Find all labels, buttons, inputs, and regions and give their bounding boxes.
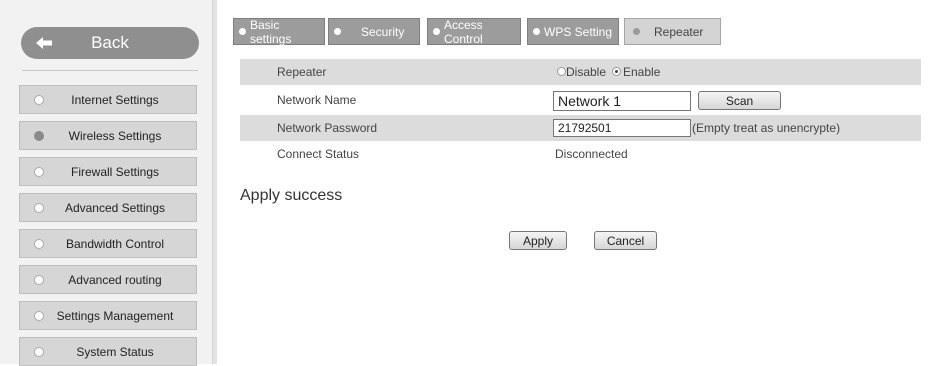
back-label: Back (91, 33, 129, 52)
cancel-button[interactable]: Cancel (594, 231, 657, 250)
repeater-row: Repeater Disable Enable (240, 59, 921, 85)
network-password-input[interactable] (553, 119, 691, 137)
network-name-input[interactable] (553, 91, 691, 111)
repeater-disable-label: Disable (566, 65, 607, 79)
scan-button-label: Scan (725, 93, 754, 108)
tab-label: Security (361, 24, 405, 39)
repeater-label: Repeater (277, 65, 327, 79)
tab-label: WPS Setting (544, 24, 613, 39)
connect-status-row: Connect Status Disconnected (240, 141, 921, 167)
network-name-row: Network Name Scan (240, 87, 921, 113)
sidebar-item-bandwidth-control[interactable]: Bandwidth Control (19, 229, 197, 258)
repeater-enable-radio[interactable] (612, 67, 621, 76)
apply-button[interactable]: Apply (509, 231, 567, 250)
cancel-button-label: Cancel (606, 233, 645, 248)
sidebar-item-settings-management[interactable]: Settings Management (19, 301, 197, 330)
password-hint: (Empty treat as unencrypte) (692, 121, 841, 135)
tab-access-control[interactable]: Access Control (427, 17, 521, 46)
bullet-icon (533, 28, 540, 35)
sidebar-item-label: Advanced Settings (64, 200, 166, 215)
tab-security[interactable]: Security (328, 18, 420, 45)
apply-button-label: Apply (522, 233, 554, 248)
apply-message: Apply success (240, 187, 343, 204)
tab-label: Repeater (654, 24, 704, 39)
bullet-icon (633, 28, 640, 35)
sidebar-item-advanced-routing[interactable]: Advanced routing (19, 265, 197, 294)
arrow-left-icon (36, 37, 52, 49)
sidebar-divider-line (22, 70, 198, 71)
connect-status-value: Disconnected (555, 147, 628, 161)
panel-divider (212, 0, 217, 364)
repeater-enable-label: Enable (623, 65, 661, 79)
sidebar-item-system-status[interactable]: System Status (19, 337, 197, 366)
sidebar-item-internet-settings[interactable]: Internet Settings (19, 85, 197, 114)
sidebar-item-label: System Status (76, 344, 154, 359)
sidebar-item-label: Bandwidth Control (65, 236, 165, 251)
sidebar-item-label: Firewall Settings (70, 164, 160, 179)
sidebar-item-label: Advanced routing (68, 272, 162, 287)
back-button[interactable]: Back (21, 27, 199, 59)
sidebar-item-advanced-settings[interactable]: Advanced Settings (19, 193, 197, 222)
tab-wps-setting[interactable]: WPS Setting (527, 18, 619, 45)
sidebar-item-firewall-settings[interactable]: Firewall Settings (19, 157, 197, 186)
sidebar-item-label: Wireless Settings (68, 128, 162, 143)
network-password-row: Network Password (Empty treat as unencry… (240, 115, 921, 141)
tab-label: Access Control (444, 17, 483, 46)
sidebar: Back Internet Settings Wireless Settings… (0, 0, 212, 366)
connect-status-label: Connect Status (277, 147, 360, 161)
sidebar-item-label: Settings Management (56, 308, 174, 323)
sidebar-item-label: Internet Settings (71, 92, 159, 107)
bullet-icon (239, 28, 246, 35)
network-password-label: Network Password (277, 121, 378, 135)
scan-button[interactable]: Scan (698, 91, 781, 110)
tab-label: Basic settings (250, 17, 292, 46)
bullet-icon (334, 28, 341, 35)
network-name-label: Network Name (277, 93, 357, 107)
repeater-disable-radio[interactable] (557, 67, 566, 76)
tab-repeater[interactable]: Repeater (624, 18, 721, 45)
bullet-icon (433, 28, 440, 35)
tab-basic-settings[interactable]: Basic settings (233, 17, 325, 46)
sidebar-item-wireless-settings[interactable]: Wireless Settings (19, 121, 197, 150)
